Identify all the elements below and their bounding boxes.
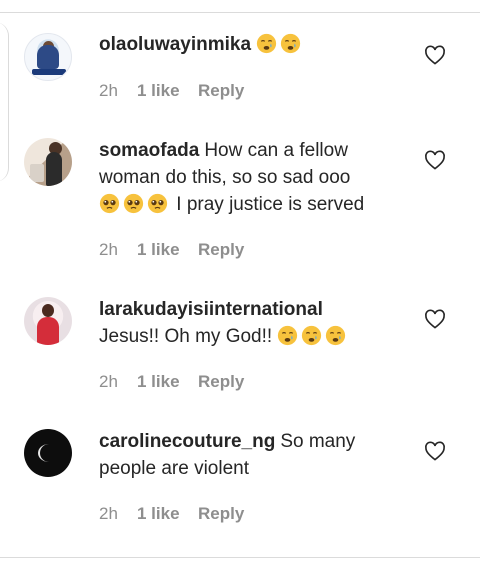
comment-meta: 2h 1 like Reply <box>99 240 244 260</box>
avatar-figure <box>37 45 59 69</box>
avatar[interactable] <box>24 138 72 186</box>
comment-meta: 2h 1 like Reply <box>99 81 244 101</box>
crying-face-icon <box>277 325 298 346</box>
thread-connector-line <box>0 22 9 182</box>
reply-button[interactable]: Reply <box>198 372 244 392</box>
heart-outline-icon[interactable] <box>424 309 446 329</box>
comment-meta: 2h 1 like Reply <box>99 372 244 392</box>
comment-meta: 2h 1 like Reply <box>99 504 244 524</box>
crying-face-icon <box>325 325 346 346</box>
avatar-banner <box>32 69 66 75</box>
comment-body: larakudayisiinternational Jesus!! Oh my … <box>99 296 419 350</box>
heart-outline-icon[interactable] <box>424 45 446 65</box>
avatar[interactable] <box>24 429 72 477</box>
username-link[interactable]: carolinecouture_ng <box>99 431 275 452</box>
comment-body: carolinecouture_ng So many people are vio… <box>99 428 399 482</box>
like-count[interactable]: 1 like <box>137 81 198 101</box>
pleading-face-icon <box>147 193 168 214</box>
timestamp: 2h <box>99 372 118 391</box>
top-divider <box>0 12 480 13</box>
reply-button[interactable]: Reply <box>198 504 244 524</box>
timestamp: 2h <box>99 240 118 259</box>
avatar-chair <box>30 164 44 182</box>
avatar-head <box>42 304 54 317</box>
avatar[interactable] <box>24 297 72 345</box>
avatar-logo-mark <box>38 444 60 462</box>
pleading-face-icon <box>123 193 144 214</box>
like-count[interactable]: 1 like <box>137 240 198 260</box>
comment-body: olaoluwayinmika <box>99 31 399 58</box>
comment-text-continued: I pray justice is served <box>176 194 365 215</box>
crying-face-icon <box>256 33 277 54</box>
like-count[interactable]: 1 like <box>137 372 198 392</box>
comment-text: Jesus!! Oh my God!! <box>99 326 273 347</box>
timestamp: 2h <box>99 504 118 523</box>
reply-button[interactable]: Reply <box>198 240 244 260</box>
avatar[interactable] <box>24 33 72 81</box>
username-link[interactable]: olaoluwayinmika <box>99 34 251 55</box>
reply-button[interactable]: Reply <box>198 81 244 101</box>
heart-outline-icon[interactable] <box>424 150 446 170</box>
comment-body: somaofada How can a fellow woman do this,… <box>99 137 409 218</box>
avatar-dress <box>37 317 59 345</box>
username-link[interactable]: somaofada <box>99 140 199 161</box>
crying-face-icon <box>280 33 301 54</box>
heart-outline-icon[interactable] <box>424 441 446 461</box>
timestamp: 2h <box>99 81 118 100</box>
avatar-figure <box>46 152 62 186</box>
pleading-face-icon <box>99 193 120 214</box>
bottom-divider <box>0 557 480 558</box>
username-link[interactable]: larakudayisiinternational <box>99 299 323 320</box>
like-count[interactable]: 1 like <box>137 504 198 524</box>
crying-face-icon <box>301 325 322 346</box>
